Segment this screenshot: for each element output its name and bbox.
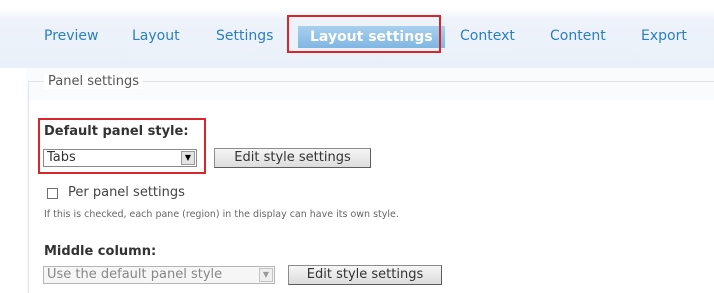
middle-column-edit-style-settings-button[interactable]: Edit style settings — [288, 265, 442, 285]
edit-style-settings-button[interactable]: Edit style settings — [214, 148, 371, 168]
tab-export[interactable]: Export — [641, 26, 687, 50]
per-panel-settings-checkbox[interactable] — [47, 188, 58, 199]
default-style-highlight-box — [38, 118, 206, 174]
chevron-down-icon: ▼ — [259, 268, 273, 282]
active-tab-highlight-box — [287, 15, 441, 53]
per-panel-settings-label: Per panel settings — [68, 185, 185, 200]
per-panel-settings-description: If this is checked, each pane (region) i… — [44, 209, 399, 220]
tab-settings[interactable]: Settings — [216, 26, 273, 50]
tab-preview[interactable]: Preview — [44, 26, 99, 50]
middle-column-label: Middle column: — [44, 244, 157, 259]
middle-column-style-select[interactable]: Use the default panel style ▼ — [43, 266, 275, 284]
tab-content[interactable]: Content — [550, 26, 606, 50]
tab-context[interactable]: Context — [460, 26, 515, 50]
middle-column-style-value: Use the default panel style — [47, 267, 223, 282]
tab-layout[interactable]: Layout — [132, 26, 180, 50]
panel-settings-legend: Panel settings — [44, 74, 144, 89]
